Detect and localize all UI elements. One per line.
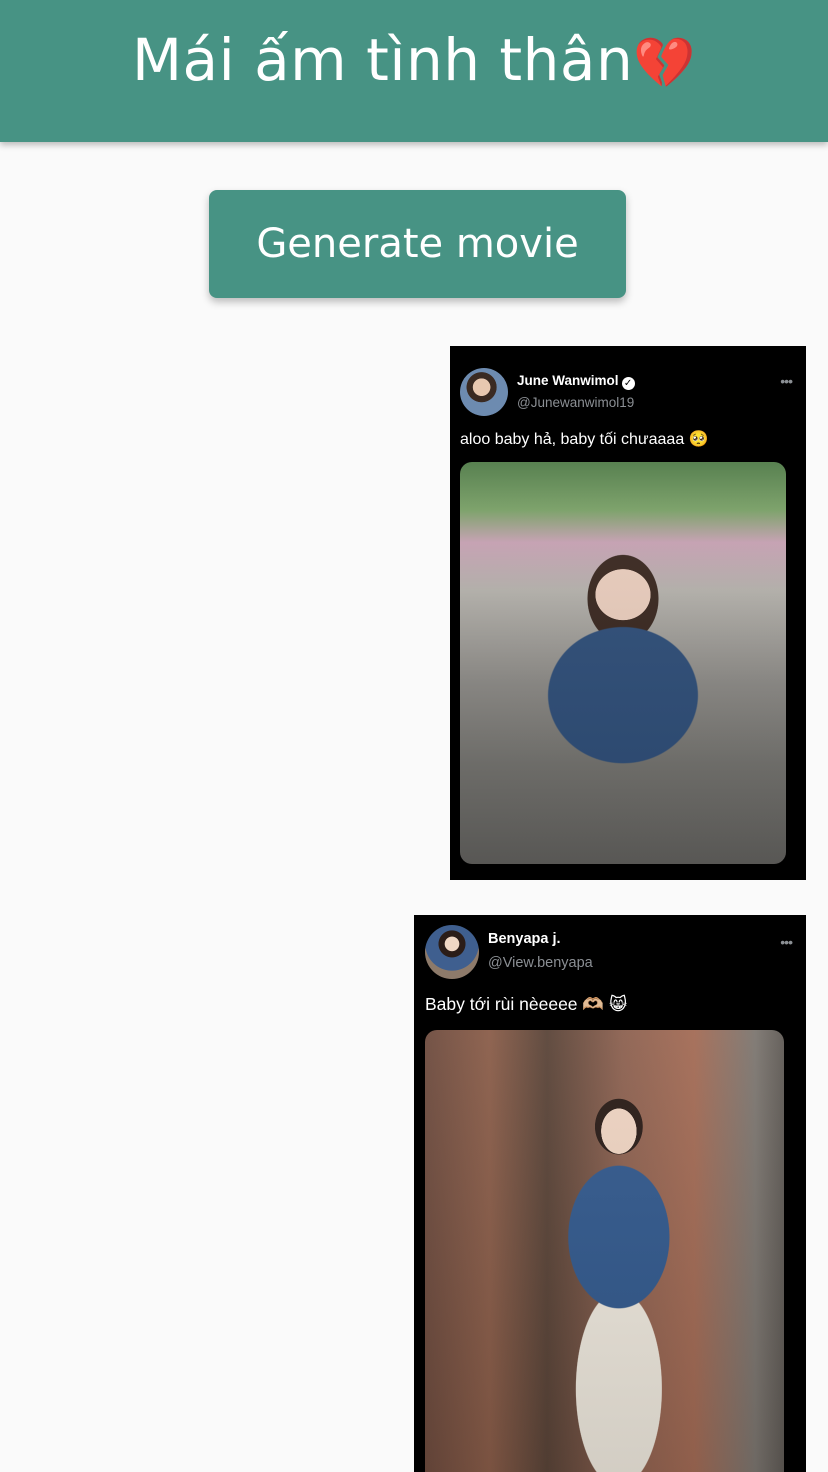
more-options-icon[interactable]: •••	[780, 934, 793, 950]
tweet-photo[interactable]	[425, 1030, 784, 1472]
photo-shade	[460, 462, 786, 864]
tweet-text: Baby tới rùi nèeeee 🫶🏼 😸	[425, 994, 628, 1014]
tweet-author-name: June Wanwimol	[517, 373, 619, 388]
app-title: Mái ấm tình thân💔	[132, 26, 696, 94]
tweet-author-row: June Wanwimol ✓	[517, 373, 635, 390]
avatar[interactable]	[425, 925, 479, 979]
tweet-author-name: Benyapa j.	[488, 931, 561, 947]
tweet-card[interactable]: June Wanwimol ✓ @Junewanwimol19 ••• aloo …	[450, 346, 806, 880]
tweet-author-handle: @View.benyapa	[488, 955, 593, 971]
broken-heart-icon: 💔	[633, 34, 696, 92]
verified-badge-icon: ✓	[621, 377, 635, 390]
tweet-card[interactable]: Benyapa j. @View.benyapa ••• Baby tới rù…	[414, 915, 806, 1472]
generate-movie-button[interactable]: Generate movie	[209, 190, 626, 298]
avatar[interactable]	[460, 368, 508, 416]
photo-shade	[425, 1030, 784, 1472]
tweet-photo[interactable]	[460, 462, 786, 864]
app-bar: Mái ấm tình thân💔	[0, 0, 828, 142]
tweet-author-handle: @Junewanwimol19	[517, 395, 635, 410]
more-options-icon[interactable]: •••	[780, 373, 793, 389]
app-title-text: Mái ấm tình thân	[132, 26, 634, 94]
tweet-text: aloo baby hả, baby tối chưaaaa 🥺	[460, 431, 709, 448]
